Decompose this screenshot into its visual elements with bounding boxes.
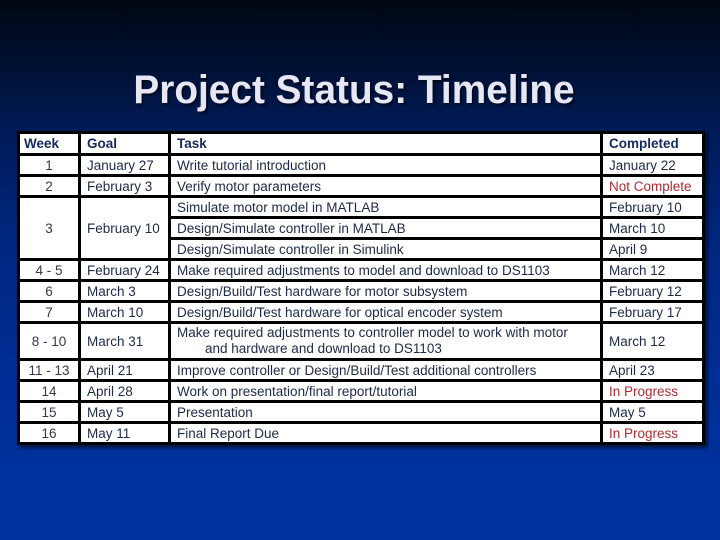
table-row: 3 February 10 Simulate motor model in MA…: [17, 195, 705, 261]
week-cell: 6: [17, 279, 81, 303]
goal-cell: May 5: [78, 400, 171, 424]
goal-cell: February 10: [78, 195, 171, 261]
task-cell: Write tutorial introduction: [168, 153, 603, 177]
task-line-1: Make required adjustments to controller …: [177, 325, 568, 340]
table-row: 1 January 27 Write tutorial introduction…: [17, 153, 705, 177]
table-header-row: Week Goal Task Completed: [17, 131, 705, 156]
goal-cell: March 3: [78, 279, 171, 303]
week-cell: 15: [17, 400, 81, 424]
task-cell: Design/Build/Test hardware for optical e…: [168, 300, 603, 324]
task-cell: Simulate motor model in MATLAB: [168, 195, 603, 219]
timeline-table-container: Week Goal Task Completed 1 January 27 Wr…: [17, 131, 705, 445]
header-goal: Goal: [78, 131, 171, 156]
goal-cell: February 3: [78, 174, 171, 198]
task-cell: Work on presentation/final report/tutori…: [168, 379, 603, 403]
table-row: 15 May 5 Presentation May 5: [17, 400, 705, 424]
week-cell: 8 - 10: [17, 321, 81, 361]
completed-cell: May 5: [600, 400, 705, 424]
completed-cell: February 12: [600, 279, 705, 303]
completed-cell: March 12: [600, 321, 705, 361]
goal-cell: March 10: [78, 300, 171, 324]
goal-cell: February 24: [78, 258, 171, 282]
week-cell: 3: [17, 195, 81, 261]
timeline-table: Week Goal Task Completed 1 January 27 Wr…: [17, 131, 705, 445]
task-line-2: and hardware and download to DS1103: [205, 341, 442, 356]
task-cell: Final Report Due: [168, 421, 603, 445]
table-row: 7 March 10 Design/Build/Test hardware fo…: [17, 300, 705, 324]
task-cell: Design/Simulate controller in Simulink: [168, 237, 603, 261]
week-cell: 1: [17, 153, 81, 177]
task-cell: Design/Simulate controller in MATLAB: [168, 216, 603, 240]
task-cell: Verify motor parameters: [168, 174, 603, 198]
goal-cell: May 11: [78, 421, 171, 445]
completed-cell: April 23: [600, 358, 705, 382]
completed-cell-in-progress: In Progress: [600, 379, 705, 403]
completed-cell: January 22: [600, 153, 705, 177]
completed-cell: March 12: [600, 258, 705, 282]
completed-cell: February 10: [600, 195, 705, 219]
week-cell: 11 - 13: [17, 358, 81, 382]
task-cell: Design/Build/Test hardware for motor sub…: [168, 279, 603, 303]
week-cell: 14: [17, 379, 81, 403]
completed-cell: April 9: [600, 237, 705, 261]
task-cell: Make required adjustments to model and d…: [168, 258, 603, 282]
week-cell: 16: [17, 421, 81, 445]
completed-cell: February 17: [600, 300, 705, 324]
week-cell: 4 - 5: [17, 258, 81, 282]
goal-cell: April 28: [78, 379, 171, 403]
completed-cell-in-progress: In Progress: [600, 421, 705, 445]
goal-cell: March 31: [78, 321, 171, 361]
week-cell: 7: [17, 300, 81, 324]
task-cell: Improve controller or Design/Build/Test …: [168, 358, 603, 382]
task-cell: Make required adjustments to controller …: [168, 321, 603, 361]
table-row: 16 May 11 Final Report Due In Progress: [17, 421, 705, 445]
header-completed: Completed: [600, 131, 705, 156]
table-row: 2 February 3 Verify motor parameters Not…: [17, 174, 705, 198]
table-row: 14 April 28 Work on presentation/final r…: [17, 379, 705, 403]
task-cell: Presentation: [168, 400, 603, 424]
goal-cell: January 27: [78, 153, 171, 177]
header-week: Week: [17, 131, 81, 156]
goal-cell: April 21: [78, 358, 171, 382]
table-row: 11 - 13 April 21 Improve controller or D…: [17, 358, 705, 382]
header-task: Task: [168, 131, 603, 156]
completed-cell-not-complete: Not Complete: [600, 174, 705, 198]
week-cell: 2: [17, 174, 81, 198]
table-row: 8 - 10 March 31 Make required adjustment…: [17, 321, 705, 361]
completed-cell: March 10: [600, 216, 705, 240]
table-row: 4 - 5 February 24 Make required adjustme…: [17, 258, 705, 282]
slide-title: Project Status: Timeline: [133, 68, 575, 112]
table-row: 6 March 3 Design/Build/Test hardware for…: [17, 279, 705, 303]
